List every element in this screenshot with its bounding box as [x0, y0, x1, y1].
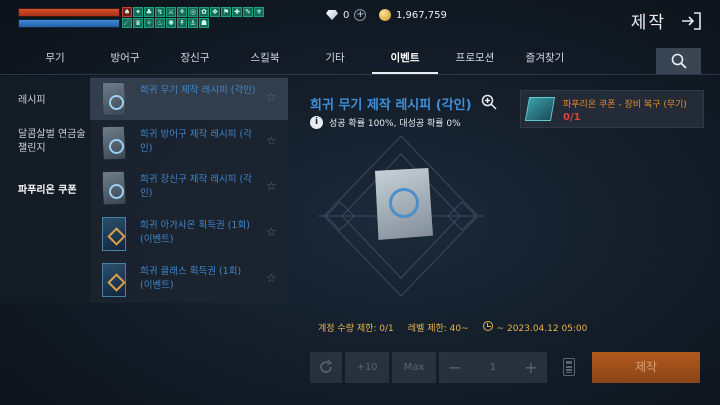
- buff-icon: ☄: [122, 18, 132, 28]
- list-item[interactable]: 희귀 아가사온 획득권 (1회) (이벤트) ☆: [90, 213, 288, 255]
- craft-button[interactable]: 제작: [592, 352, 700, 383]
- period-limit-wrap: ~ 2023.04.12 05:00: [482, 321, 588, 334]
- buff-icon: ✦: [133, 7, 143, 17]
- quantity-stepper[interactable]: − 1 +: [439, 352, 547, 383]
- zoom-in-icon[interactable]: [481, 94, 497, 110]
- add-diamond-icon[interactable]: +: [354, 9, 367, 21]
- diamond-currency: 0 +: [326, 9, 367, 21]
- buff-icon: ⚑: [221, 7, 231, 17]
- clock-icon: [482, 321, 493, 331]
- tab-promotion[interactable]: 프로모션: [440, 48, 510, 74]
- buff-icon: ♛: [133, 18, 143, 28]
- header: 제작: [631, 8, 702, 33]
- recipe-list: 희귀 무기 제작 레시피 (각인) ☆ 희귀 방어구 제작 레시피 (각인) ☆…: [90, 76, 288, 303]
- refresh-icon: [320, 359, 333, 373]
- buff-icon: ↯: [155, 7, 165, 17]
- player-bars: [18, 8, 120, 28]
- buff-icon: ↟: [177, 18, 187, 28]
- level-limit: 레벨 제한: 40~: [407, 324, 469, 334]
- buff-icon: ✧: [144, 18, 154, 28]
- success-rate-text: 성공 확률 100%, 대성공 확률 0%: [329, 119, 461, 129]
- list-item[interactable]: 희귀 클래스 획득권 (1회) (이벤트) ☆: [90, 259, 288, 301]
- recipe-emblem-icon: [389, 188, 419, 218]
- tab-armor[interactable]: 방어구: [90, 48, 160, 74]
- hp-bar: [18, 8, 120, 17]
- mp-bar: [18, 19, 120, 28]
- info-icon: i: [310, 116, 323, 129]
- list-item-label: 희귀 아가사온 획득권 (1회) (이벤트): [140, 220, 250, 245]
- buff-icon: ◎: [188, 7, 198, 17]
- list-item[interactable]: 희귀 방어구 제작 레시피 (각인) ☆: [90, 122, 288, 164]
- sidebar-item-papurion-coupon[interactable]: 파푸리온 쿠폰: [18, 184, 77, 198]
- tab-accessory[interactable]: 장신구: [160, 48, 230, 74]
- recipe-scroll-icon: [102, 126, 126, 160]
- recipe-scroll-image: [375, 168, 433, 240]
- buff-icon: ⚓: [188, 18, 198, 28]
- plus-ten-button[interactable]: +10: [345, 352, 389, 383]
- coupon-icon: [524, 97, 556, 121]
- list-item-label: 희귀 방어구 제작 레시피 (각인): [140, 129, 252, 154]
- material-name: 파푸리온 쿠폰 - 장비 복구 (무기): [563, 100, 687, 110]
- buff-icon: ♨: [155, 18, 165, 28]
- buff-icon: ✎: [243, 7, 253, 17]
- buff-icons: ♠ ✦ ♣ ↯ ⚔ ⚘ ◎ ✿ ❖ ⚑ ✚ ✎ ⚜ ☄ ♛ ✧ ♨ ✺ ↟ ⚓ ☗: [122, 7, 267, 28]
- diamond-icon: [326, 10, 338, 20]
- quantity-value[interactable]: 1: [471, 352, 515, 383]
- calculator-icon[interactable]: [563, 358, 575, 376]
- buff-icon: ✚: [232, 7, 242, 17]
- sidebar-item-alchemy-challenge[interactable]: 달콤살벌 연금술 챌린지: [18, 128, 86, 156]
- buff-icon: ♣: [144, 7, 154, 17]
- favorite-star-icon[interactable]: ☆: [266, 91, 278, 103]
- increase-button[interactable]: +: [515, 352, 547, 383]
- gold-currency: 1,967,759: [379, 9, 447, 21]
- buff-icon: ⚘: [177, 7, 187, 17]
- max-button[interactable]: Max: [392, 352, 436, 383]
- tab-skillbook[interactable]: 스킬북: [230, 48, 300, 74]
- success-rate-info: i 성공 확률 100%, 대성공 확률 0%: [310, 116, 461, 129]
- ticket-icon: [102, 263, 126, 297]
- exit-icon[interactable]: [680, 11, 702, 31]
- ticket-icon: [102, 217, 126, 251]
- favorite-star-icon[interactable]: ☆: [266, 180, 278, 192]
- buff-icon: ⚔: [166, 7, 176, 17]
- tab-weapon[interactable]: 무기: [20, 48, 90, 74]
- list-item-label: 희귀 클래스 획득권 (1회) (이벤트): [140, 266, 242, 291]
- tab-etc[interactable]: 기타: [300, 48, 370, 74]
- buff-icon: ✿: [199, 7, 209, 17]
- page-title: 제작: [630, 13, 666, 33]
- buff-icon: ✺: [166, 18, 176, 28]
- list-item-label: 희귀 무기 제작 레시피 (각인): [140, 85, 256, 96]
- favorite-star-icon[interactable]: ☆: [266, 226, 278, 238]
- diamond-count: 0: [343, 9, 350, 21]
- recipe-scroll-icon: [102, 82, 126, 116]
- buff-icon: ⚜: [254, 7, 264, 17]
- tab-favorites[interactable]: 즐겨찾기: [510, 48, 580, 74]
- material-count: 0/1: [563, 112, 581, 123]
- favorite-star-icon[interactable]: ☆: [266, 135, 278, 147]
- gold-amount: 1,967,759: [396, 9, 447, 21]
- sidebar-item-recipe[interactable]: 레시피: [18, 94, 46, 108]
- recipe-title: 희귀 무기 제작 레시피 (각인): [310, 98, 472, 113]
- category-sidebar: 레시피 달콤살벌 연금술 챌린지 파푸리온 쿠폰: [0, 76, 90, 303]
- decrease-button[interactable]: −: [439, 352, 471, 383]
- gold-coin-icon: [379, 9, 391, 21]
- buff-icon: ♠: [122, 7, 132, 17]
- buff-icon: ☗: [199, 18, 209, 28]
- search-button[interactable]: [656, 48, 701, 74]
- favorite-star-icon[interactable]: ☆: [266, 272, 278, 284]
- craft-limits: 계정 수량 제한: 0/1 레벨 제한: 40~ ~ 2023.04.12 05…: [318, 321, 587, 334]
- material-slot[interactable]: 파푸리온 쿠폰 - 장비 복구 (무기) 0/1: [520, 90, 704, 128]
- list-item-label: 희귀 장신구 제작 레시피 (각인): [140, 174, 252, 199]
- category-tabs: 무기 방어구 장신구 스킬북 기타 이벤트 프로모션 즐겨찾기: [20, 48, 580, 74]
- buff-icon: ❖: [210, 7, 220, 17]
- recipe-scroll-icon: [102, 171, 126, 205]
- tab-divider: [0, 74, 720, 75]
- search-icon: [671, 53, 687, 69]
- list-item[interactable]: 희귀 무기 제작 레시피 (각인) ☆: [90, 78, 288, 120]
- period-limit: ~ 2023.04.12 05:00: [496, 324, 588, 334]
- account-limit: 계정 수량 제한: 0/1: [318, 324, 394, 334]
- reset-button[interactable]: [310, 352, 342, 383]
- list-item[interactable]: 희귀 장신구 제작 레시피 (각인) ☆: [90, 167, 288, 209]
- tab-event[interactable]: 이벤트: [370, 48, 440, 74]
